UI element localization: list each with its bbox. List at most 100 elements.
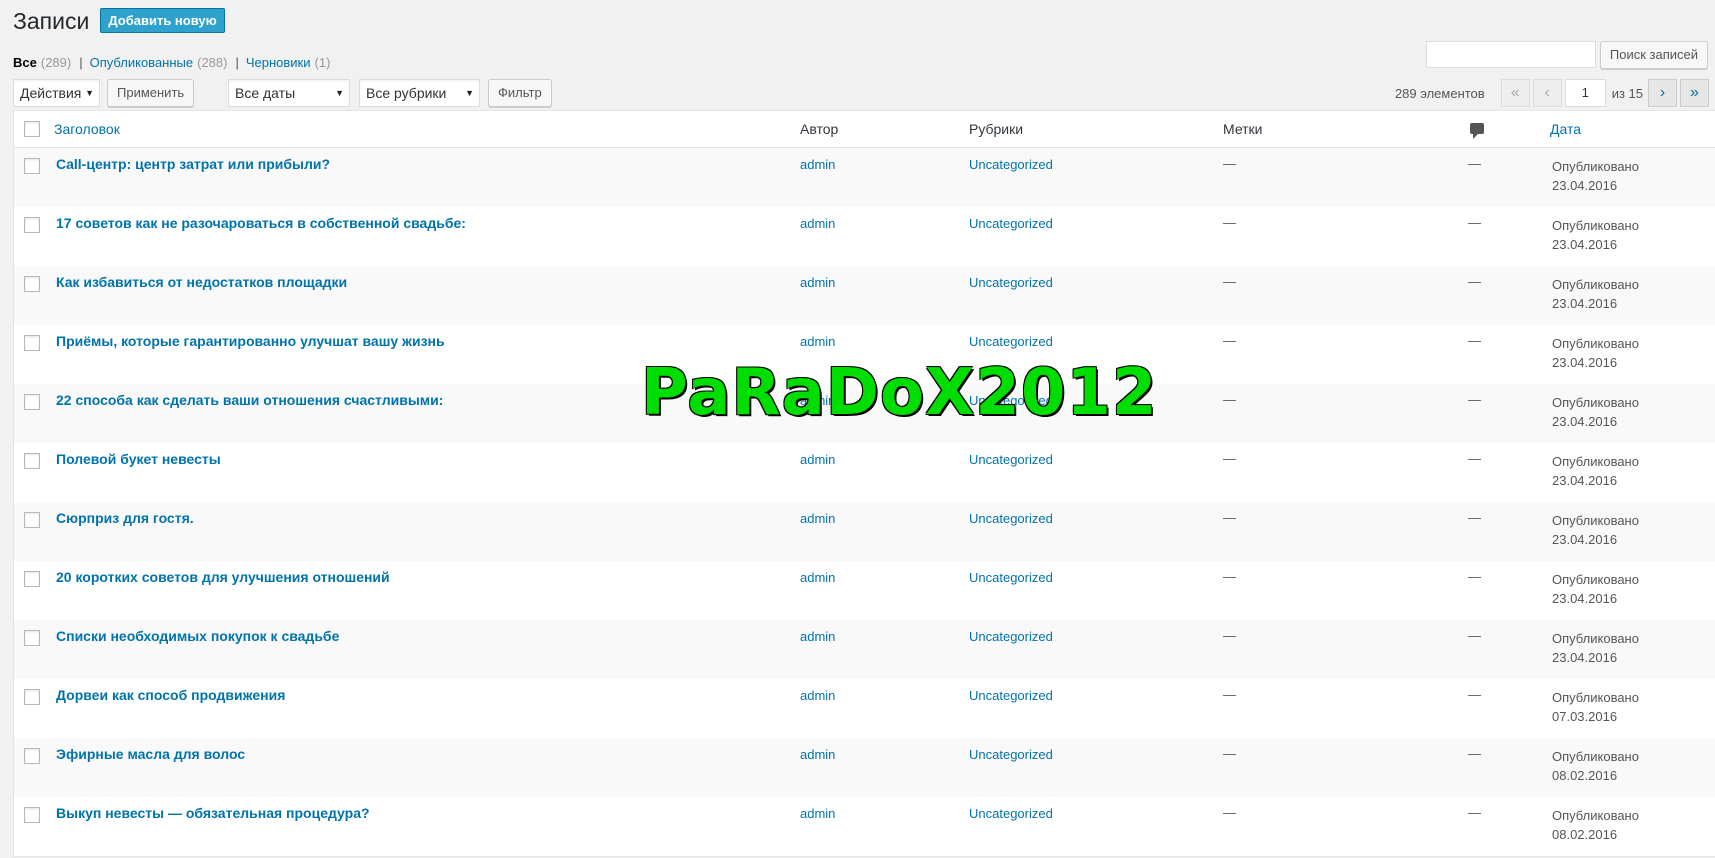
post-author-link[interactable]: admin xyxy=(800,570,835,585)
filter-published-link[interactable]: Опубликованные xyxy=(90,55,194,70)
post-status: Опубликовано xyxy=(1552,218,1639,233)
post-date-value: 08.02.2016 xyxy=(1552,768,1618,783)
post-title-link[interactable]: 22 способа как сделать ваши отношения сч… xyxy=(56,392,443,408)
post-date: Опубликовано 23.04.2016 xyxy=(1552,452,1639,490)
row-checkbox[interactable] xyxy=(24,807,40,823)
post-author-link[interactable]: admin xyxy=(800,806,835,821)
table-row: Дорвеи как способ продвижения admin Uncate… xyxy=(14,679,1715,738)
row-checkbox[interactable] xyxy=(24,689,40,705)
comment-icon[interactable] xyxy=(1470,123,1484,139)
post-author-link[interactable]: admin xyxy=(800,688,835,703)
filter-button[interactable]: Фильтр xyxy=(488,79,552,107)
table-row: Полевой букет невесты admin Uncategorized —… xyxy=(14,443,1715,502)
column-title-header[interactable]: Заголовок xyxy=(54,121,120,137)
filter-drafts-count: (1) xyxy=(314,55,331,70)
post-author-link[interactable]: admin xyxy=(800,452,835,467)
post-title-link[interactable]: 17 советов как не разочароваться в собст… xyxy=(56,215,466,231)
filter-published[interactable]: Опубликованные (288) xyxy=(90,55,228,70)
table-row: Сюрприз для гостя. admin Uncategorized — — Оп… xyxy=(14,502,1715,561)
row-checkbox[interactable] xyxy=(24,571,40,587)
table-header: Заголовок Автор Рубрики Метки Дата xyxy=(14,111,1715,148)
post-date-value: 23.04.2016 xyxy=(1552,178,1618,193)
post-date: Опубликовано 23.04.2016 xyxy=(1552,157,1639,195)
post-author-link[interactable]: admin xyxy=(800,334,835,349)
post-category-link[interactable]: Uncategorized xyxy=(969,570,1053,585)
search-posts-button[interactable]: Поиск записей xyxy=(1599,41,1708,69)
post-category-link[interactable]: Uncategorized xyxy=(969,688,1053,703)
first-page-button[interactable]: « xyxy=(1500,79,1530,107)
post-comments: — xyxy=(1468,392,1481,407)
filter-all-link[interactable]: Все xyxy=(13,55,37,70)
column-date-header[interactable]: Дата xyxy=(1550,121,1581,137)
post-tags: — xyxy=(1223,156,1236,171)
post-title-link[interactable]: Эфирные масла для волос xyxy=(56,746,245,762)
table-row: Call-центр: центр затрат или прибыли? adm… xyxy=(14,148,1715,207)
post-date-value: 23.04.2016 xyxy=(1552,414,1618,429)
bulk-actions-value: Действия xyxy=(20,85,82,101)
post-category-link[interactable]: Uncategorized xyxy=(969,334,1053,349)
post-tags: — xyxy=(1223,333,1236,348)
row-checkbox[interactable] xyxy=(24,748,40,764)
posts-table: Заголовок Автор Рубрики Метки Дата Call-… xyxy=(13,110,1715,857)
next-page-button[interactable]: › xyxy=(1648,79,1677,107)
column-author-header: Автор xyxy=(800,121,839,137)
bulk-actions-select[interactable]: Действия ▼ xyxy=(13,79,100,107)
post-category-link[interactable]: Uncategorized xyxy=(969,747,1053,762)
post-category-link[interactable]: Uncategorized xyxy=(969,452,1053,467)
row-checkbox[interactable] xyxy=(24,276,40,292)
search-input[interactable] xyxy=(1425,41,1596,68)
post-title-link[interactable]: Дорвеи как способ продвижения xyxy=(56,687,285,703)
post-author-link[interactable]: admin xyxy=(800,747,835,762)
add-new-button[interactable]: Добавить новую xyxy=(100,8,225,33)
dates-select[interactable]: Все даты ▼ xyxy=(228,79,350,107)
post-date: Опубликовано 23.04.2016 xyxy=(1552,334,1639,372)
post-title-link[interactable]: 20 коротких советов для улучшения отноше… xyxy=(56,569,390,585)
post-title-link[interactable]: Выкуп невесты — обязательная процедура? xyxy=(56,805,370,821)
post-category-link[interactable]: Uncategorized xyxy=(969,806,1053,821)
categories-select[interactable]: Все рубрики ▼ xyxy=(359,79,480,107)
post-date: Опубликовано 23.04.2016 xyxy=(1552,511,1639,549)
row-checkbox[interactable] xyxy=(24,512,40,528)
apply-button[interactable]: Применить xyxy=(107,79,195,107)
row-checkbox[interactable] xyxy=(24,158,40,174)
post-category-link[interactable]: Uncategorized xyxy=(969,275,1053,290)
post-comments: — xyxy=(1468,451,1481,466)
pagination: 289 элементов « ‹ 1 из 15 › » xyxy=(1395,79,1709,107)
post-title-link[interactable]: Сюрприз для гостя. xyxy=(56,510,194,526)
post-title-link[interactable]: Как избавиться от недостатков площадки xyxy=(56,274,347,290)
post-tags: — xyxy=(1223,451,1236,466)
row-checkbox[interactable] xyxy=(24,335,40,351)
current-page-input[interactable]: 1 xyxy=(1564,79,1606,107)
separator: | xyxy=(79,55,83,70)
post-author-link[interactable]: admin xyxy=(800,629,835,644)
post-date-value: 23.04.2016 xyxy=(1552,591,1618,606)
post-status: Опубликовано xyxy=(1552,454,1639,469)
post-title-link[interactable]: Call-центр: центр затрат или прибыли? xyxy=(56,156,330,172)
post-author-link[interactable]: admin xyxy=(800,216,835,231)
row-checkbox[interactable] xyxy=(24,394,40,410)
post-category-link[interactable]: Uncategorized xyxy=(969,511,1053,526)
post-category-link[interactable]: Uncategorized xyxy=(969,157,1053,172)
post-date: Опубликовано 08.02.2016 xyxy=(1552,747,1639,785)
post-comments: — xyxy=(1468,746,1481,761)
filter-drafts[interactable]: Черновики (1) xyxy=(246,55,331,70)
prev-page-button[interactable]: ‹ xyxy=(1532,79,1562,107)
post-date: Опубликовано 23.04.2016 xyxy=(1552,570,1639,608)
post-category-link[interactable]: Uncategorized xyxy=(969,629,1053,644)
post-title-link[interactable]: Приёмы, которые гарантированно улучшат в… xyxy=(56,333,445,349)
row-checkbox[interactable] xyxy=(24,217,40,233)
select-all-checkbox[interactable] xyxy=(24,121,40,137)
post-title-link[interactable]: Полевой букет невесты xyxy=(56,451,221,467)
filter-drafts-link[interactable]: Черновики xyxy=(246,55,311,70)
row-checkbox[interactable] xyxy=(24,453,40,469)
post-author-link[interactable]: admin xyxy=(800,157,835,172)
post-title-link[interactable]: Списки необходимых покупок к свадьбе xyxy=(56,628,339,644)
post-tags: — xyxy=(1223,569,1236,584)
filter-all[interactable]: Все (289) xyxy=(13,55,71,70)
post-author-link[interactable]: admin xyxy=(800,511,835,526)
post-category-link[interactable]: Uncategorized xyxy=(969,216,1053,231)
row-checkbox[interactable] xyxy=(24,630,40,646)
last-page-button[interactable]: » xyxy=(1680,79,1709,107)
search-box: Поиск записей xyxy=(1425,41,1708,69)
post-author-link[interactable]: admin xyxy=(800,275,835,290)
